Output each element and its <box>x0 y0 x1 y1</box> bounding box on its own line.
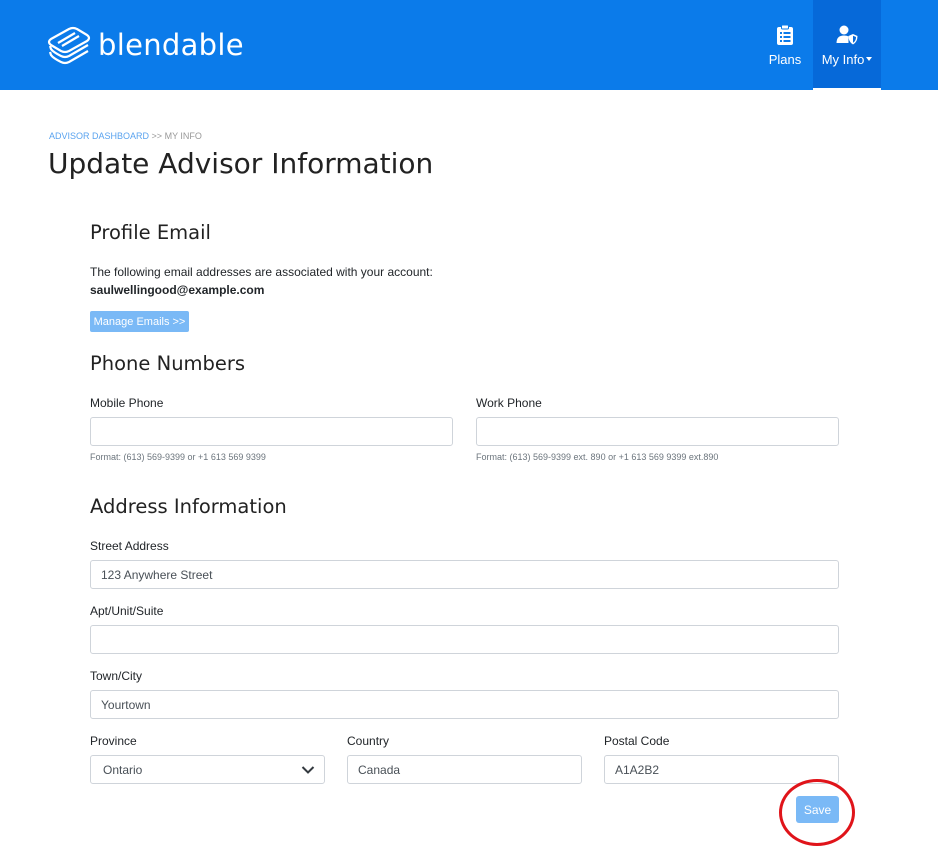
breadcrumb-current: MY INFO <box>164 131 202 141</box>
mobile-phone-input[interactable] <box>90 417 453 446</box>
email-description: The following email addresses are associ… <box>90 265 433 279</box>
work-phone-label: Work Phone <box>476 396 542 410</box>
postal-code-input[interactable] <box>604 755 839 784</box>
blendable-logo-icon <box>47 26 91 65</box>
province-label: Province <box>90 734 137 748</box>
street-address-label: Street Address <box>90 539 169 553</box>
nav-my-info[interactable]: My Info <box>813 0 881 90</box>
nav-plans-label: Plans <box>768 51 802 67</box>
caret-down-icon <box>866 57 873 61</box>
nav-my-info-text: My Info <box>821 51 865 67</box>
breadcrumb-advisor-dashboard[interactable]: ADVISOR DASHBOARD <box>49 131 149 141</box>
mobile-phone-label: Mobile Phone <box>90 396 164 410</box>
phone-numbers-heading: Phone Numbers <box>90 352 246 375</box>
apt-unit-suite-label: Apt/Unit/Suite <box>90 604 164 618</box>
province-selected-value: Ontario <box>103 762 143 777</box>
profile-email-value: saulwellingood@example.com <box>90 283 265 297</box>
user-shield-icon <box>836 25 858 44</box>
work-phone-hint: Format: (613) 569-9399 ext. 890 or +1 61… <box>476 452 719 462</box>
country-input[interactable] <box>347 755 582 784</box>
manage-emails-button[interactable]: Manage Emails >> <box>90 311 189 332</box>
nav-plans[interactable]: Plans <box>757 0 813 90</box>
nav-my-info-label: My Info <box>822 52 873 67</box>
chevron-down-icon <box>301 766 315 774</box>
profile-email-heading: Profile Email <box>90 221 211 244</box>
brand-name: blendable <box>98 28 244 62</box>
address-information-heading: Address Information <box>90 495 287 518</box>
town-city-label: Town/City <box>90 669 143 683</box>
top-navbar: blendable Plans My Info <box>0 0 938 90</box>
page-title: Update Advisor Information <box>48 147 434 180</box>
clipboard-list-icon <box>777 24 793 45</box>
brand-link[interactable]: blendable <box>47 25 244 65</box>
breadcrumb-separator: >> <box>151 131 163 141</box>
mobile-phone-hint: Format: (613) 569-9399 or +1 613 569 939… <box>90 452 266 462</box>
apt-unit-suite-input[interactable] <box>90 625 839 654</box>
breadcrumb: ADVISOR DASHBOARD >> MY INFO <box>49 131 202 141</box>
save-button[interactable]: Save <box>796 796 839 823</box>
work-phone-input[interactable] <box>476 417 839 446</box>
postal-code-label: Postal Code <box>604 734 670 748</box>
country-label: Country <box>347 734 390 748</box>
town-city-input[interactable] <box>90 690 839 719</box>
street-address-input[interactable] <box>90 560 839 589</box>
province-select[interactable]: Ontario <box>90 755 325 784</box>
